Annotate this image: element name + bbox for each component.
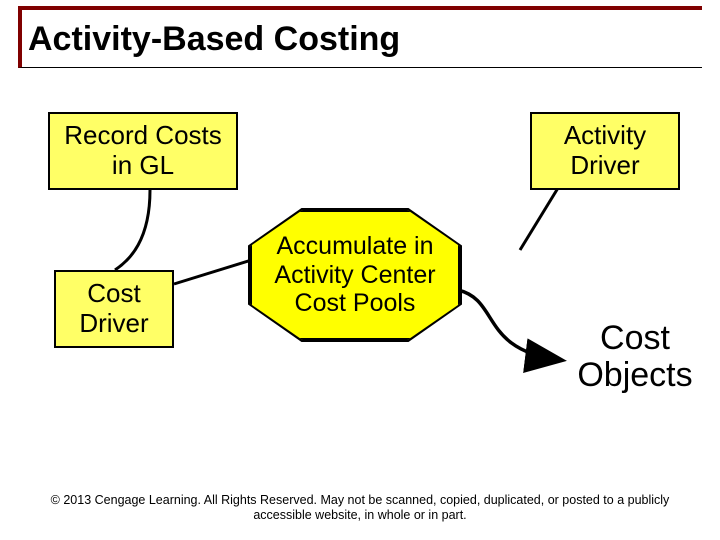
box-record-label: Record Costs in GL <box>60 121 226 181</box>
title-bar: Activity-Based Costing <box>18 6 702 68</box>
cost-objects-text: Cost Objects <box>577 319 692 394</box>
box-accumulate-octagon: Accumulate in Activity Center Cost Pools <box>250 210 460 340</box>
box-record-costs: Record Costs in GL <box>48 112 238 190</box>
box-activity-label: Activity Driver <box>542 121 668 181</box>
copyright-footer: © 2013 Cengage Learning. All Rights Rese… <box>20 493 700 524</box>
box-activity-driver: Activity Driver <box>530 112 680 190</box>
label-cost-objects: Cost Objects <box>550 320 720 395</box>
box-cost-driver-label: Cost Driver <box>66 279 162 339</box>
octagon-label: Accumulate in Activity Center Cost Pools <box>252 232 458 318</box>
box-cost-driver: Cost Driver <box>54 270 174 348</box>
page-title: Activity-Based Costing <box>28 20 702 59</box>
diagram-stage: Record Costs in GL Activity Driver Cost … <box>0 90 720 480</box>
